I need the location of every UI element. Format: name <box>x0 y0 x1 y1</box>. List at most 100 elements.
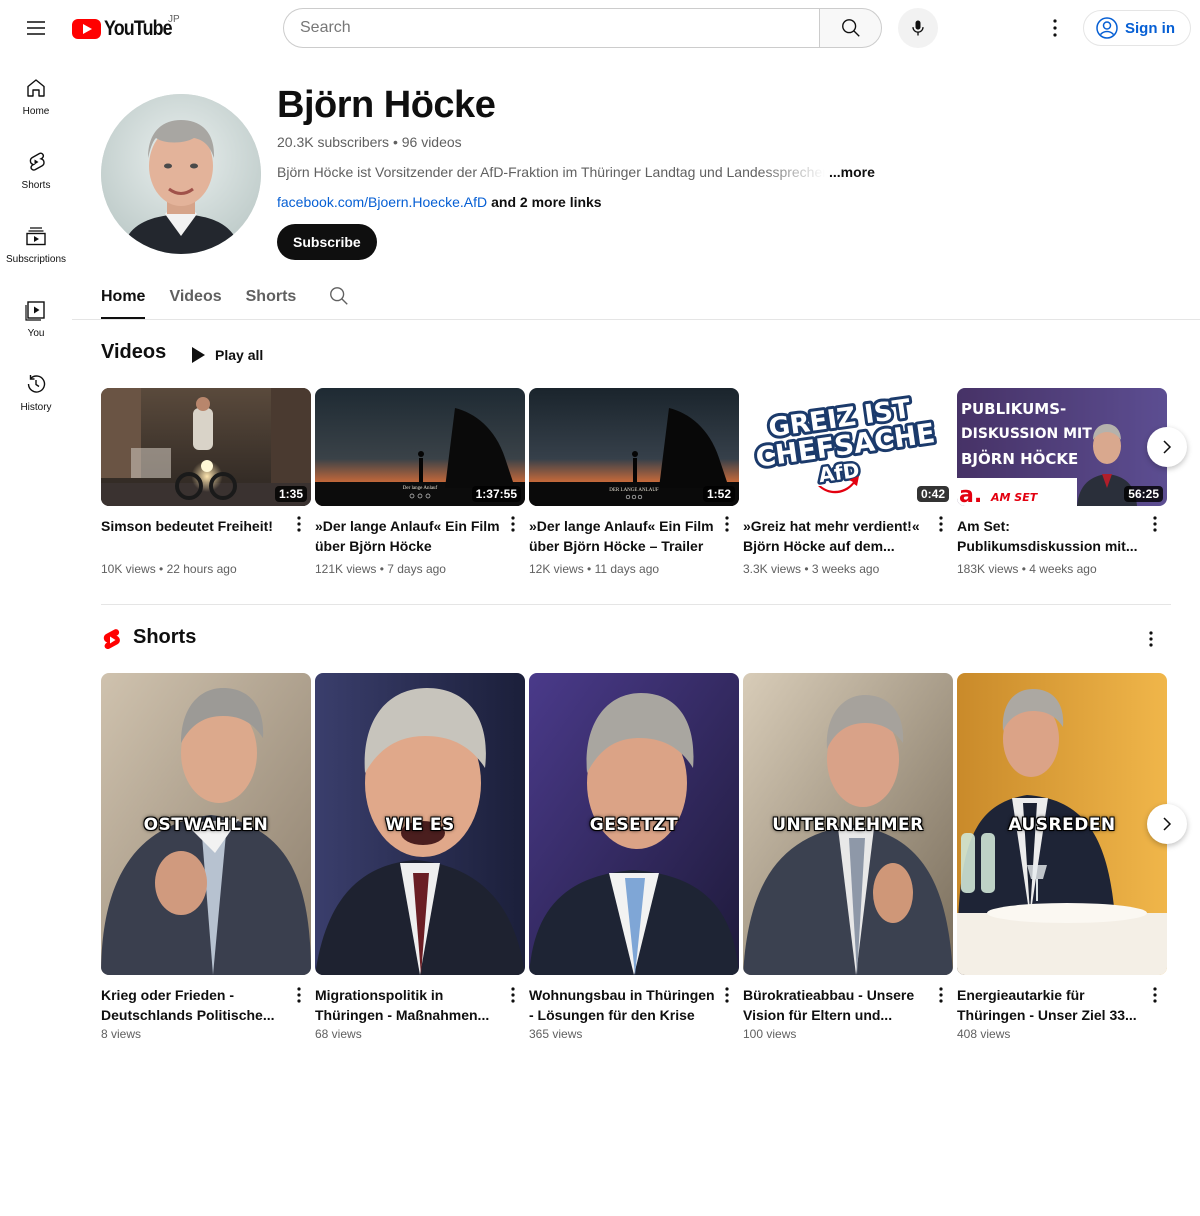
video-card[interactable]: Der lange Anlauf 1:37:55 »Der lange Anla… <box>315 388 525 576</box>
video-duration: 0:42 <box>916 486 949 502</box>
short-menu-button[interactable] <box>719 983 735 1007</box>
search-button[interactable] <box>819 8 882 48</box>
short-title[interactable]: Bürokratieabbau - Unsere Vision für Elte… <box>743 985 931 1025</box>
shorts-section-menu-button[interactable] <box>1141 627 1161 651</box>
video-duration: 1:35 <box>274 486 307 502</box>
video-thumbnail[interactable]: PUBLIKUMS- DISKUSSION MIT BJÖRN HÖCKE a.… <box>957 388 1167 506</box>
short-card[interactable]: AUSREDEN Energieautarkie für Thüringen -… <box>957 673 1167 1041</box>
video-title[interactable]: »Der lange Anlauf« Ein Film über Björn H… <box>315 516 503 556</box>
sidebar-item-shorts[interactable]: Shorts <box>0 134 72 208</box>
short-title[interactable]: Migrationspolitik in Thüringen - Maßnahm… <box>315 985 503 1025</box>
sidebar-item-home[interactable]: Home <box>0 60 72 134</box>
shorts-next-button[interactable] <box>1147 804 1187 844</box>
video-views: 10K views <box>101 562 156 576</box>
video-card[interactable]: DER LANGE ANLAUF 1:52 »Der lange Anlauf«… <box>529 388 739 576</box>
play-all-button[interactable]: Play all <box>184 338 263 372</box>
chevron-right-icon <box>1163 440 1172 454</box>
subscribe-button[interactable]: Subscribe <box>277 224 377 260</box>
tab-shorts[interactable]: Shorts <box>246 276 297 317</box>
video-menu-button[interactable] <box>505 512 521 536</box>
tab-videos[interactable]: Videos <box>169 276 221 317</box>
sidebar-item-label: History <box>20 402 52 413</box>
short-thumbnail[interactable]: OSTWAHLEN <box>101 673 311 975</box>
short-menu-button[interactable] <box>1147 983 1163 1007</box>
sidebar-item-label: Home <box>22 106 50 117</box>
channel-description[interactable]: Björn Höcke ist Vorsitzender der AfD-Fra… <box>277 164 887 180</box>
logo-text: YouTube <box>104 17 173 40</box>
short-thumbnail[interactable]: AUSREDEN <box>957 673 1167 975</box>
description-more-link[interactable]: ...more <box>829 164 875 180</box>
sidebar-item-you[interactable]: You <box>0 282 72 356</box>
sidebar-item-label: Subscriptions <box>5 254 67 265</box>
video-title[interactable]: Am Set: Publikumsdiskussion mit... <box>957 516 1145 556</box>
videos-next-button[interactable] <box>1147 427 1187 467</box>
video-meta: 10K views • 22 hours ago <box>101 562 237 576</box>
video-duration: 56:25 <box>1124 486 1163 502</box>
short-card[interactable]: GESETZT Wohnungsbau in Thüringen - Lösun… <box>529 673 739 1041</box>
video-title[interactable]: Simson bedeutet Freiheit! <box>101 516 289 556</box>
videos-section-title[interactable]: Videos <box>101 341 166 364</box>
more-vert-icon <box>725 516 729 532</box>
history-icon <box>27 375 46 393</box>
video-thumbnail[interactable]: DER LANGE ANLAUF 1:52 <box>529 388 739 506</box>
search-icon <box>841 19 860 37</box>
video-views: 183K views <box>957 562 1019 576</box>
mini-guide: Home Shorts Subscriptions You History <box>0 60 72 430</box>
short-menu-button[interactable] <box>505 983 521 1007</box>
more-vert-icon <box>1153 516 1157 532</box>
sign-in-button[interactable]: Sign in <box>1083 10 1191 46</box>
more-links-button[interactable]: and 2 more links <box>491 194 601 210</box>
short-caption: AUSREDEN <box>1008 815 1116 835</box>
video-meta: 12K views • 11 days ago <box>529 562 660 576</box>
more-vert-icon <box>1153 987 1157 1003</box>
video-menu-button[interactable] <box>933 512 949 536</box>
video-thumbnail[interactable]: 1:35 <box>101 388 311 506</box>
channel-avatar[interactable] <box>101 94 261 254</box>
masthead: YouTube JP Sign in <box>0 0 1200 56</box>
short-views: 8 views <box>101 1027 142 1041</box>
guide-menu-icon[interactable] <box>16 8 56 48</box>
video-meta: 183K views • 4 weeks ago <box>957 562 1097 576</box>
video-age: 7 days ago <box>387 562 446 576</box>
short-menu-button[interactable] <box>291 983 307 1007</box>
video-menu-button[interactable] <box>719 512 735 536</box>
video-title[interactable]: »Der lange Anlauf« Ein Film über Björn H… <box>529 516 717 556</box>
video-thumbnail[interactable]: GREIZ IST GREIZ IST CHEFSACHE CHEFSACHE … <box>743 388 953 506</box>
short-title[interactable]: Krieg oder Frieden - Deutschlands Politi… <box>101 985 289 1025</box>
youtube-logo[interactable]: YouTube <box>72 17 184 41</box>
more-vert-icon <box>939 516 943 532</box>
more-vert-icon <box>939 987 943 1003</box>
video-age: 3 weeks ago <box>811 562 880 576</box>
short-title[interactable]: Energieautarkie für Thüringen - Unser Zi… <box>957 985 1145 1025</box>
youtube-play-icon <box>72 19 101 39</box>
play-icon <box>192 347 205 363</box>
sidebar-item-subscriptions[interactable]: Subscriptions <box>0 208 72 282</box>
short-title[interactable]: Wohnungsbau in Thüringen - Lösungen für … <box>529 985 717 1025</box>
short-menu-button[interactable] <box>933 983 949 1007</box>
video-menu-button[interactable] <box>291 512 307 536</box>
video-card[interactable]: GREIZ IST GREIZ IST CHEFSACHE CHEFSACHE … <box>743 388 953 576</box>
short-card[interactable]: OSTWAHLEN Krieg oder Frieden - Deutschla… <box>101 673 311 1041</box>
video-card[interactable]: PUBLIKUMS- DISKUSSION MIT BJÖRN HÖCKE a.… <box>957 388 1167 576</box>
video-card[interactable]: 1:35 Simson bedeutet Freiheit! 10K views… <box>101 388 311 576</box>
settings-menu-button[interactable] <box>1035 8 1075 48</box>
short-card[interactable]: UNTERNEHMER Bürokratieabbau - Unsere Vis… <box>743 673 953 1041</box>
short-thumbnail[interactable]: WIE ES <box>315 673 525 975</box>
short-thumbnail[interactable]: UNTERNEHMER <box>743 673 953 975</box>
channel-search-button[interactable] <box>328 276 350 312</box>
video-thumbnail[interactable]: Der lange Anlauf 1:37:55 <box>315 388 525 506</box>
country-code: JP <box>168 14 180 25</box>
search-box <box>283 8 882 48</box>
channel-link[interactable]: facebook.com/Bjoern.Hoecke.AfD <box>277 194 487 210</box>
short-thumbnail[interactable]: GESETZT <box>529 673 739 975</box>
account-circle-icon <box>1096 17 1118 39</box>
video-title[interactable]: »Greiz hat mehr verdient!« Björn Höcke a… <box>743 516 931 556</box>
video-menu-button[interactable] <box>1147 512 1163 536</box>
video-age: 22 hours ago <box>166 562 237 576</box>
sidebar-item-history[interactable]: History <box>0 356 72 430</box>
short-caption: WIE ES <box>385 815 455 835</box>
search-input[interactable] <box>283 8 819 48</box>
voice-search-button[interactable] <box>898 8 938 48</box>
short-card[interactable]: WIE ES Migrationspolitik in Thüringen - … <box>315 673 525 1041</box>
tab-home[interactable]: Home <box>101 276 146 319</box>
